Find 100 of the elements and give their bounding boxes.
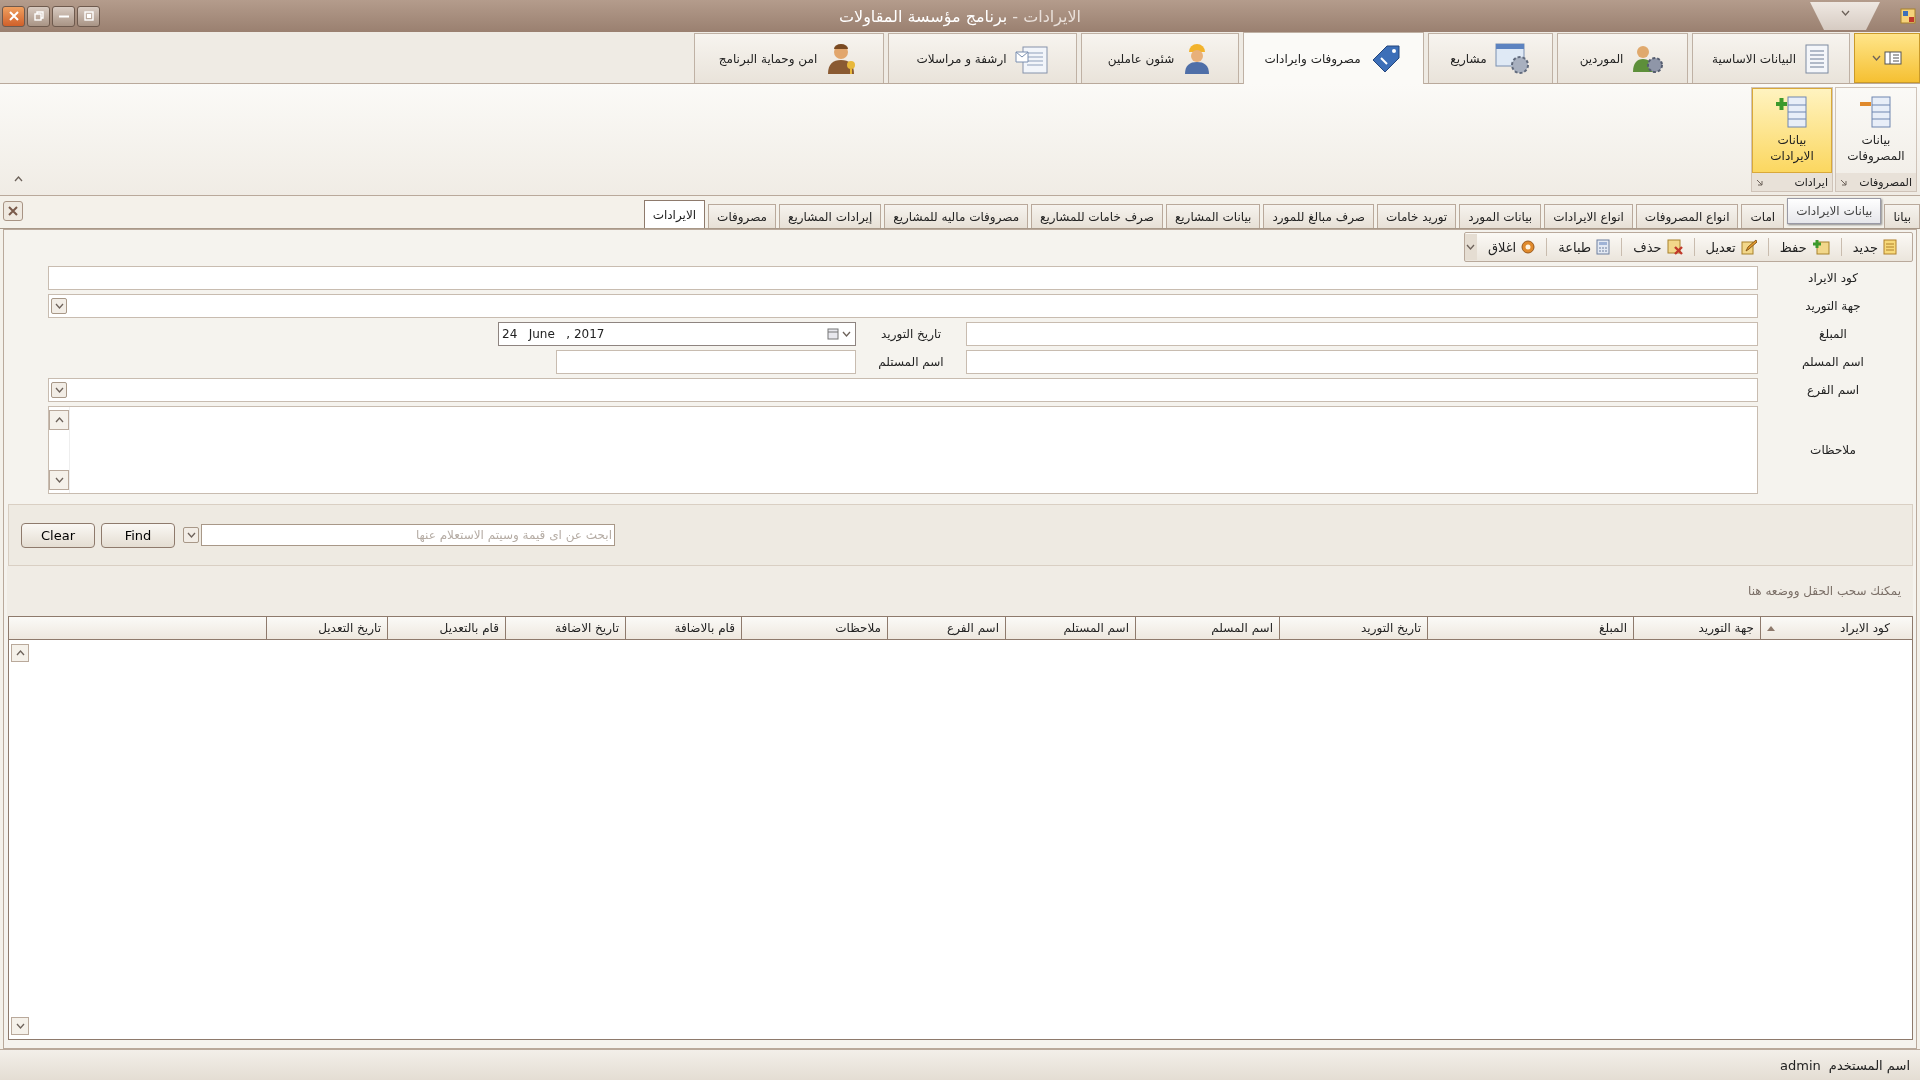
column-header[interactable]: ملاحظات [741,617,887,639]
field-label: تاريخ التوريد [880,327,942,341]
document-tab[interactable]: توريد خامات [1376,204,1457,228]
close-icon [8,11,19,21]
notes-field[interactable] [48,406,1758,494]
caret-icon [1466,244,1476,250]
document-tab[interactable]: انواع المصروفات [1635,204,1739,228]
field-label: جهة التوريد [1804,298,1862,315]
add-icon [1811,239,1830,255]
document-tab[interactable]: الايرادات [643,200,706,228]
caret-icon [54,303,64,309]
ribbon-tab[interactable]: الموردين [1557,33,1688,83]
document-tab[interactable]: صرف خامات للمشاريع [1031,204,1163,228]
toolbar-button[interactable]: جديد [1845,237,1904,257]
deliverer-field[interactable] [966,350,1758,374]
column-header[interactable]: المبلغ [1427,617,1633,639]
find-button[interactable]: Find [101,522,175,548]
caret-icon [842,331,851,337]
window-menu-button[interactable] [77,5,100,27]
column-header[interactable]: قام بالتعديل [387,617,505,639]
calculator-icon [1596,239,1611,255]
ribbon-tab[interactable]: امن وحماية البرنامج [694,33,884,83]
toolbar-button[interactable]: حذف [1626,237,1690,257]
calendar-icon [827,328,839,340]
caret-icon [1840,10,1850,16]
group-by-hint: يمكنك سحب الحقل ووضعه هنا [7,566,1913,616]
column-header[interactable]: اسم الفرع [887,617,1005,639]
toolbar-button[interactable]: حفظ [1772,237,1837,257]
toolbar-button[interactable]: اغلاق [1480,237,1543,257]
document-tab[interactable]: انواع الايرادات [1544,204,1633,228]
group-label: المصروفات [1859,175,1912,189]
scroll-up-button[interactable] [11,644,29,662]
column-header[interactable]: كود الايراد [1760,617,1896,639]
column-header[interactable]: جهة التوريد [1633,617,1760,639]
collapse-ribbon-icon [14,176,23,182]
user-name: admin [1780,1057,1821,1073]
layout-icon [1884,51,1902,65]
caret-icon [54,387,64,393]
application-menu-button[interactable] [1854,33,1920,83]
document-tab[interactable]: إيرادات المشاريع [779,204,882,228]
document-tab[interactable]: مصروفات [708,204,777,228]
document-tab[interactable]: بيانات المشاريع [1165,204,1261,228]
scroll-down-button[interactable] [11,1017,29,1035]
ribbon-tab[interactable]: مصروفات وايرادات [1243,32,1424,84]
list-plus-icon [1774,95,1810,129]
field-label: ملاحظات [1809,442,1857,459]
app-icon [1900,8,1916,24]
close-tab-button[interactable] [3,201,23,221]
close-button[interactable] [2,5,25,27]
document-tab[interactable]: بيانات المورد [1459,204,1542,228]
date-field[interactable]: 24 June , 2017 [498,322,856,346]
minimize-button[interactable] [52,5,75,27]
field-label: اسم المستلم [877,355,945,369]
pencil-icon [1740,239,1757,255]
tab-icon [1494,42,1531,75]
window-icon [83,11,94,21]
amount-field[interactable] [966,322,1758,346]
scroll-up-icon [15,650,25,656]
document-tab[interactable]: بيانا [1884,204,1920,228]
ribbon-button[interactable]: بيانات المصروفات [1836,88,1916,173]
document-tab[interactable]: صرف مبالغ للمورد [1263,204,1374,228]
toolbar-overflow-button[interactable] [1464,234,1477,260]
search-field[interactable]: ابحث عن اى قيمة وسيتم الاستعلام عنها [201,524,615,546]
field-label: المبلغ [1818,326,1848,343]
toolbar-button[interactable]: تعديل [1698,237,1764,257]
code-field[interactable] [48,266,1758,290]
document-tab[interactable]: امات [1741,204,1785,228]
ribbon-tab[interactable]: مشاريع [1428,33,1553,83]
group-label: ايرادات [1794,175,1828,189]
clear-button[interactable]: Clear [21,522,95,548]
toolbar-button[interactable]: طباعة [1551,237,1618,257]
tab-icon [1804,43,1830,74]
ribbon-tab[interactable]: شئون عاملين [1081,33,1239,83]
dialog-launcher-icon[interactable] [1840,178,1847,186]
column-header[interactable]: تاريخ التعديل [266,617,387,639]
dialog-launcher-icon[interactable] [1756,178,1763,186]
column-header[interactable]: اسم المسلم [1135,617,1279,639]
column-header[interactable]: اسم المستلم [1005,617,1135,639]
receiver-field[interactable] [556,350,856,374]
column-header[interactable]: تاريخ الاضافة [505,617,625,639]
field-label: اسم الفرع [1806,382,1860,399]
tab-icon [1014,43,1049,74]
document-tab[interactable]: مصروفات ماليه للمشاريع [884,204,1029,228]
column-header[interactable]: قام بالاضافة [625,617,741,639]
document-icon [1883,239,1897,255]
restore-button[interactable] [27,5,50,27]
field-label: كود الايراد [1807,270,1859,287]
caret-icon [186,532,196,538]
ribbon-tab[interactable]: ارشفة و مراسلات [888,33,1077,83]
field-label: اسم المسلم [1801,354,1865,371]
delete-icon [1666,239,1683,255]
scroll-down-icon [15,1023,25,1029]
column-header[interactable]: تاريخ التوريد [1279,617,1427,639]
close-icon [8,206,18,216]
tooltip: بيانات الايرادات [1787,198,1882,224]
ribbon-button[interactable]: بيانات الايرادات [1752,88,1832,173]
close-icon [1521,240,1536,254]
ribbon-tab[interactable]: البيانات الاساسية [1692,33,1850,83]
restore-icon [33,11,44,21]
search-options-button[interactable] [183,527,199,543]
